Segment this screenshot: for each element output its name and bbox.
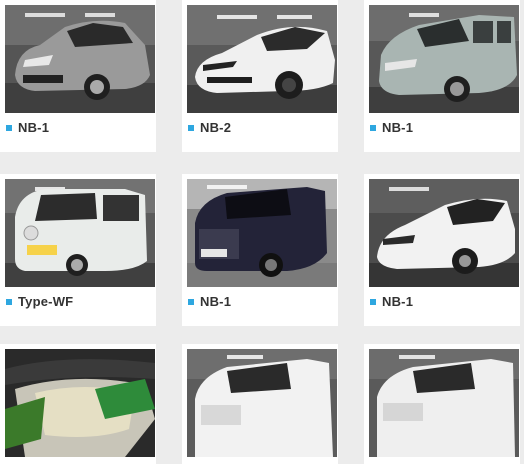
card-label[interactable]: NB-1 bbox=[18, 120, 49, 136]
gallery-card[interactable] bbox=[0, 344, 156, 464]
card-caption: NB-1 bbox=[369, 120, 515, 136]
car-photo-white-sedan bbox=[187, 5, 337, 113]
gallery-card[interactable]: NB-1 bbox=[364, 0, 520, 152]
card-caption: NB-1 bbox=[369, 294, 515, 310]
car-photo-thumbnail[interactable] bbox=[187, 349, 337, 457]
car-photo-thumbnail[interactable] bbox=[369, 179, 519, 287]
bullet-square-icon bbox=[370, 125, 376, 131]
card-caption: NB-1 bbox=[187, 294, 333, 310]
card-label[interactable]: NB-2 bbox=[200, 120, 231, 136]
car-photo-white-ev-hatchback bbox=[369, 179, 519, 287]
card-label[interactable]: NB-1 bbox=[382, 120, 413, 136]
car-photo-headlight-closeup bbox=[5, 349, 155, 457]
gallery-card[interactable] bbox=[364, 344, 520, 464]
car-photo-thumbnail[interactable] bbox=[5, 349, 155, 457]
gallery-card[interactable]: NB-1 bbox=[182, 174, 338, 326]
car-photo-thumbnail[interactable] bbox=[5, 179, 155, 287]
gallery-card[interactable]: NB-1 bbox=[0, 0, 156, 152]
card-label[interactable]: NB-1 bbox=[382, 294, 413, 310]
bullet-square-icon bbox=[6, 125, 12, 131]
bullet-square-icon bbox=[370, 299, 376, 305]
car-photo-black-minivan bbox=[187, 179, 337, 287]
card-caption: NB-1 bbox=[5, 120, 151, 136]
gallery-card[interactable]: Type-WF bbox=[0, 174, 156, 326]
car-photo-thumbnail[interactable] bbox=[369, 5, 519, 113]
car-photo-white-minivan bbox=[187, 349, 337, 457]
card-caption: NB-2 bbox=[187, 120, 333, 136]
bullet-square-icon bbox=[188, 299, 194, 305]
car-photo-thumbnail[interactable] bbox=[187, 5, 337, 113]
car-photo-grey-minivan bbox=[369, 5, 519, 113]
card-caption: Type-WF bbox=[5, 294, 151, 310]
card-label[interactable]: NB-1 bbox=[200, 294, 231, 310]
bullet-square-icon bbox=[188, 125, 194, 131]
gallery-card[interactable]: NB-1 bbox=[364, 174, 520, 326]
bullet-square-icon bbox=[6, 299, 12, 305]
car-photo-white-kei-van bbox=[5, 179, 155, 287]
car-photo-thumbnail[interactable] bbox=[187, 179, 337, 287]
gallery-card[interactable]: NB-2 bbox=[182, 0, 338, 152]
car-photo-silver-hatchback bbox=[5, 5, 155, 113]
gallery-card[interactable] bbox=[182, 344, 338, 464]
car-photo-thumbnail[interactable] bbox=[5, 5, 155, 113]
card-label[interactable]: Type-WF bbox=[18, 294, 73, 310]
car-photo-thumbnail[interactable] bbox=[369, 349, 519, 457]
car-photo-white-minivan bbox=[369, 349, 519, 457]
